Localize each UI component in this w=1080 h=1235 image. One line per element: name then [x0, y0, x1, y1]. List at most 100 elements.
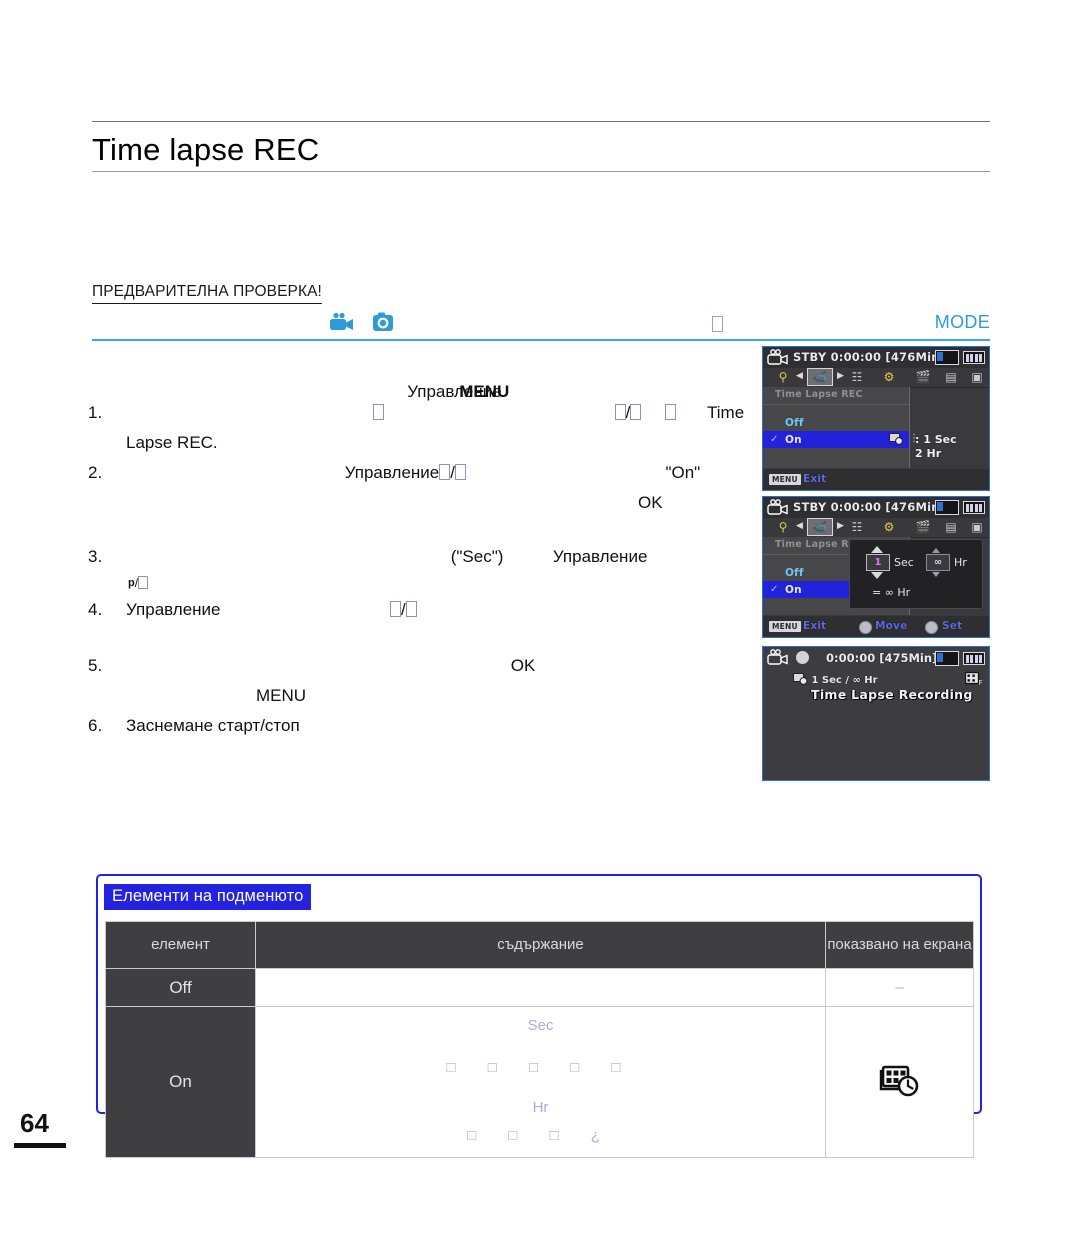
grid-tab-icon[interactable]: ☷: [847, 369, 867, 385]
hr-stepper[interactable]: ∞: [926, 548, 950, 577]
lcd1-side-value-sec: : 1 Sec: [915, 433, 957, 446]
lcd1-menu-pill[interactable]: MENU: [769, 474, 801, 485]
battery-icon-3: [963, 652, 985, 665]
lcd-preview-interval: STBY 0:00:00 [476Min] ⚲ ◀ 📹 ▶ ☷ ⚙ 🎬 ▤ ▣ …: [762, 496, 990, 638]
step-2-on-value: "On": [665, 463, 701, 482]
step-4-control-word: Управление: [126, 600, 221, 619]
row-on-screen: [825, 1006, 974, 1158]
step-1-menu-word: MENU: [459, 382, 510, 401]
step-2-missing-glyph: [439, 464, 451, 480]
row-on-line2: □ □ □ □ □: [446, 1059, 635, 1076]
memory-indicator-icon-2: [935, 500, 959, 515]
record-tab-icon[interactable]: 📹: [810, 369, 830, 385]
row-off-screen: –: [825, 968, 974, 1007]
document-page: Time lapse REC ПРЕДВАРИТЕЛНА ПРОВЕРКА! M…: [0, 0, 1080, 1235]
tab-next-arrow-icon[interactable]: ▶: [837, 372, 844, 381]
lcd3-interval-row: 1 Sec / ∞ Hr: [793, 673, 878, 688]
lcd3-time: 0:00:00 [475Min]: [826, 651, 938, 665]
record-indicator-icon: [796, 651, 809, 664]
lcd1-menu-item-off[interactable]: Off: [763, 414, 909, 431]
lcd1-tab-row[interactable]: ⚲ ◀ 📹 ▶ ☷ ⚙ 🎬 ▤ ▣: [763, 368, 989, 388]
lcd2-bottom-bar: MENU Exit Move Set: [763, 616, 989, 637]
step-3-p-label: p: [128, 577, 135, 589]
precheck-label: ПРЕДВАРИТЕЛНА ПРОВЕРКА!: [92, 283, 322, 304]
playback-tab-icon-2[interactable]: ▤: [941, 519, 961, 535]
step-5-menu: MENU: [256, 686, 307, 705]
sec-up-arrow-icon[interactable]: [871, 546, 883, 553]
header-rule-bottom: [92, 171, 990, 172]
share-tab-icon-2[interactable]: ▣: [967, 519, 987, 535]
page-number-rule: [14, 1143, 66, 1148]
step-1-number: 1.: [88, 403, 103, 422]
lcd2-exit-label[interactable]: Exit: [803, 620, 826, 632]
step-2-missing-glyph-2: [454, 464, 466, 480]
lcd1-menu-pane[interactable]: Time Lapse REC Off ✓ On: [763, 387, 910, 468]
hr-up-arrow-icon[interactable]: [932, 548, 940, 553]
step-1-missing-glyph-3: [630, 404, 642, 420]
zoom-tab-icon-2[interactable]: ⚲: [773, 519, 793, 535]
lcd2-tab-row[interactable]: ⚲ ◀ 📹 ▶ ☷ ⚙ 🎬 ▤ ▣: [763, 518, 989, 538]
move-dpad-icon[interactable]: [859, 621, 872, 634]
lcd2-status-bar: STBY 0:00:00 [476Min]: [763, 497, 989, 518]
step-2-number: 2.: [88, 463, 103, 482]
step-3-number: 3.: [88, 547, 103, 566]
step-5-number: 5.: [88, 656, 103, 675]
table-row: On Sec □ □ □ □ □ Hr □ □ □ ¿: [105, 1006, 974, 1158]
settings-tab-icon-2[interactable]: ⚙: [879, 519, 899, 535]
sec-stepper[interactable]: 1: [866, 546, 890, 579]
photo-camera-icon: [372, 312, 394, 337]
step-4-number: 4.: [88, 600, 103, 619]
tab-prev-arrow-icon-2[interactable]: ◀: [796, 522, 803, 531]
sec-value[interactable]: 1: [866, 554, 890, 571]
step-4-missing-glyph: [389, 601, 401, 617]
timelapse-small-icon: [889, 433, 903, 448]
share-tab-icon[interactable]: ▣: [967, 369, 987, 385]
lcd3-status-text: Time Lapse Recording: [811, 687, 973, 702]
memory-indicator-icon: [935, 350, 959, 365]
check-icon: ✓: [770, 434, 779, 445]
precheck-blue-rule: [92, 339, 990, 342]
clapper-tab-icon[interactable]: 🎬: [913, 369, 933, 385]
precheck-icon-row: MODE: [92, 310, 990, 342]
record-tab-icon-2[interactable]: 📹: [810, 519, 830, 535]
settings-tab-icon[interactable]: ⚙: [879, 369, 899, 385]
clapper-tab-icon-2[interactable]: 🎬: [913, 519, 933, 535]
sec-down-arrow-icon[interactable]: [871, 572, 883, 579]
battery-icon: [963, 351, 985, 364]
playback-tab-icon[interactable]: ▤: [941, 369, 961, 385]
row-on-content: Sec □ □ □ □ □ Hr □ □ □ ¿: [255, 1006, 826, 1158]
lcd1-menu-item-on[interactable]: ✓ On: [763, 431, 909, 448]
row-off-content: [255, 968, 826, 1007]
lcd1-side-value-hr: 2 Hr: [915, 447, 942, 460]
row-on-line4: □ □ □ ¿: [467, 1127, 614, 1144]
camcorder-mode-icon: [767, 349, 789, 365]
submenu-table: елемент съдържание показвано на екрана O…: [105, 921, 974, 1158]
precheck-missing-glyph: [712, 316, 723, 335]
tab-prev-arrow-icon[interactable]: ◀: [796, 372, 803, 381]
lcd1-battery-group: [935, 350, 985, 365]
memory-indicator-icon-3: [935, 651, 959, 666]
zoom-tab-icon[interactable]: ⚲: [773, 369, 793, 385]
table-row: Off –: [105, 968, 974, 1007]
lcd1-exit-label[interactable]: Exit: [803, 473, 826, 485]
step-1-time-word: Time: [707, 403, 745, 422]
page-title: Time lapse REC: [92, 132, 320, 167]
step-5: 5. OK MENU: [88, 651, 748, 711]
lcd2-move-label[interactable]: Move: [875, 620, 907, 632]
lcd2-set-label[interactable]: Set: [942, 620, 962, 632]
step-2: 2. Управление / "On" OK: [88, 458, 748, 518]
timelapse-small-icon-3: [793, 673, 808, 688]
grid-tab-icon-2[interactable]: ☷: [847, 519, 867, 535]
lcd2-battery-group: [935, 500, 985, 515]
step-1-missing-glyph-2: [614, 404, 626, 420]
sec-label: Sec: [894, 556, 914, 569]
lcd2-menu-item-on-label: On: [785, 583, 802, 596]
hr-down-arrow-icon[interactable]: [932, 572, 940, 577]
steps-list: 1. Управление MENU / Time Lapse REC. 2. …: [88, 382, 748, 741]
hr-value[interactable]: ∞: [926, 554, 950, 571]
interval-dialog[interactable]: 1 Sec ∞ Hr = ∞ Hr: [849, 539, 983, 609]
step-6-line2: Заснемане старт/стоп: [126, 716, 300, 735]
set-button-icon[interactable]: [925, 621, 938, 634]
tab-next-arrow-icon-2[interactable]: ▶: [837, 522, 844, 531]
lcd2-menu-pill[interactable]: MENU: [769, 621, 801, 632]
